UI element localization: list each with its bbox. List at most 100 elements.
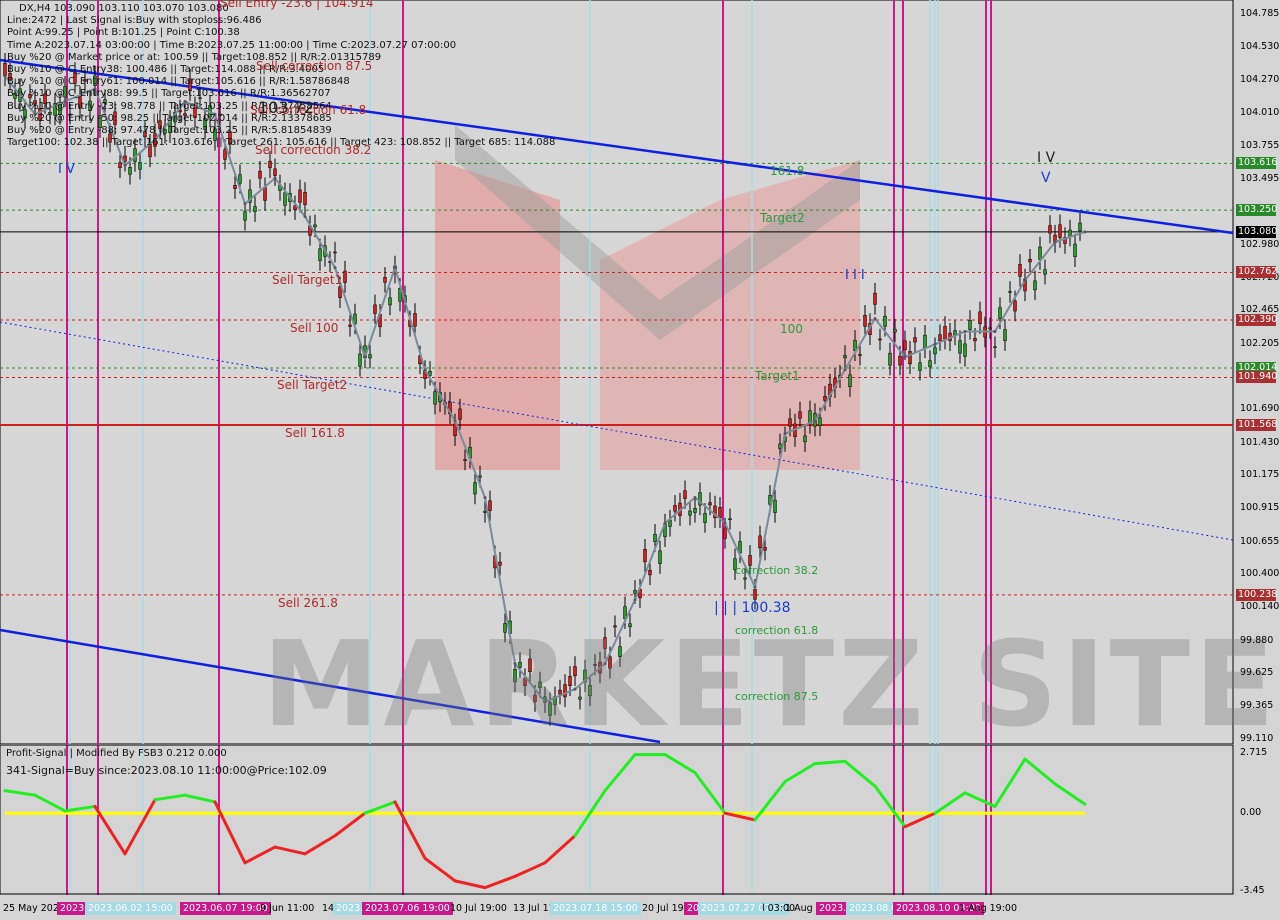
x-tick: 2023.06.02 15:00 [85, 902, 176, 915]
candle [688, 510, 692, 516]
price-point [663, 521, 667, 525]
y-tick: 100.655 [1240, 535, 1280, 547]
candle [998, 307, 1002, 320]
candle [658, 550, 662, 564]
candle [788, 418, 792, 427]
oscillator-segment [873, 784, 907, 829]
price-point [1053, 240, 1057, 244]
candle [893, 328, 897, 333]
price-point [1083, 230, 1087, 234]
price-point [993, 329, 997, 333]
x-tick: 2023.06.07 19:00 [180, 902, 271, 915]
x-tick: 10 Jul 19:00 [450, 903, 507, 914]
oscillator-segment [693, 771, 727, 815]
candle [798, 411, 802, 419]
candle [823, 395, 827, 401]
label: Target1 [755, 369, 800, 383]
oscillator-segment [1053, 782, 1087, 806]
oscillator-segment [933, 791, 967, 815]
price-panel[interactable]: MARKETZ SITE DX,H4 103.090 103.110 103.0… [0, 0, 1280, 753]
signal-info-line: Buy %20 @ Entry -88: 97.478 || Target:10… [7, 125, 332, 137]
candle [648, 569, 652, 576]
candle [643, 549, 647, 563]
price-level-badge: 101.568 [1236, 418, 1278, 431]
y-tick: 104.270 [1240, 73, 1280, 85]
label: Sell 161.8 [285, 426, 345, 440]
oscillator-segment [303, 834, 337, 856]
y-tick: 103.495 [1240, 172, 1280, 184]
candle [1058, 224, 1062, 238]
x-tick: 1 Aug [785, 903, 813, 914]
candle [1028, 258, 1032, 263]
candle [388, 297, 392, 306]
price-level-badge: 102.762 [1236, 266, 1278, 279]
oscillator-segment [483, 874, 517, 890]
label: correction 38.2 [735, 564, 819, 577]
indicator-signal: 341-Signal=Buy since:2023.08.10 11:00:00… [6, 764, 327, 777]
oscillator-segment [3, 789, 37, 797]
candle [1033, 280, 1037, 291]
candle [938, 334, 942, 341]
candle [693, 508, 697, 513]
candle [383, 277, 387, 283]
candle [898, 355, 902, 366]
price-point [363, 355, 367, 359]
oscillator-segment [243, 845, 277, 865]
candle [488, 500, 492, 511]
candle [243, 211, 247, 221]
label: I I I [845, 268, 865, 283]
oscillator-segment [993, 757, 1027, 808]
y-tick: 104.785 [1240, 8, 1280, 19]
y-tick: 99.880 [1240, 634, 1274, 646]
y-tick: 99.365 [1240, 700, 1274, 712]
price-point [873, 317, 877, 321]
price-level-badge: 100.238 [1236, 588, 1278, 601]
y-tick: 99.110 [1240, 732, 1274, 744]
price-point [783, 432, 787, 436]
candle [958, 340, 962, 354]
candle [818, 417, 822, 426]
oscillator-segment [393, 800, 427, 860]
x-tick: 25 May 2023 [3, 903, 65, 914]
indicator-panel[interactable]: Profit-Signal | Modified By FSB3 0.212 0… [0, 745, 1280, 896]
label: Sell Entry -23.6 | 104.914 [220, 0, 374, 10]
candle [373, 304, 377, 314]
candle [1013, 300, 1017, 312]
candle [1073, 243, 1077, 258]
oscillator-segment [543, 834, 577, 865]
label: Target2 [760, 211, 805, 225]
label: 100 [780, 322, 803, 336]
oscillator-segment [273, 845, 307, 856]
label: Sell correction 87.5 [256, 59, 373, 73]
price-point [753, 585, 757, 589]
candle [653, 533, 657, 542]
candle [483, 510, 487, 513]
candle [1008, 291, 1012, 293]
candle [463, 459, 467, 461]
signal-info-box: DX,H4 103.090 103.110 103.070 103.080 Li… [7, 3, 555, 149]
label: Sell 100 [290, 321, 339, 335]
signal-info-line: Line:2472 | Last Signal is:Buy with stop… [7, 15, 262, 27]
candle [883, 315, 887, 327]
candle [298, 189, 302, 203]
candle [303, 192, 307, 205]
candle [963, 343, 967, 357]
label: Sell Target2 [277, 378, 348, 392]
candle [968, 320, 972, 330]
y-tick: 101.690 [1240, 403, 1280, 415]
candle [843, 355, 847, 359]
price-level-badge: 103.080 [1236, 225, 1278, 238]
candle [253, 206, 257, 212]
candle [728, 518, 732, 521]
candle [718, 507, 722, 518]
oscillator-segment [453, 879, 487, 890]
candle [758, 535, 762, 549]
candle [753, 588, 757, 600]
y-tick: 102.980 [1240, 238, 1280, 250]
candle [1018, 264, 1022, 277]
price-point [963, 329, 967, 333]
x-tick: 2023.07.18 15:00 [550, 902, 641, 915]
price-point [393, 266, 397, 270]
candle [888, 352, 892, 366]
candle [118, 162, 122, 169]
